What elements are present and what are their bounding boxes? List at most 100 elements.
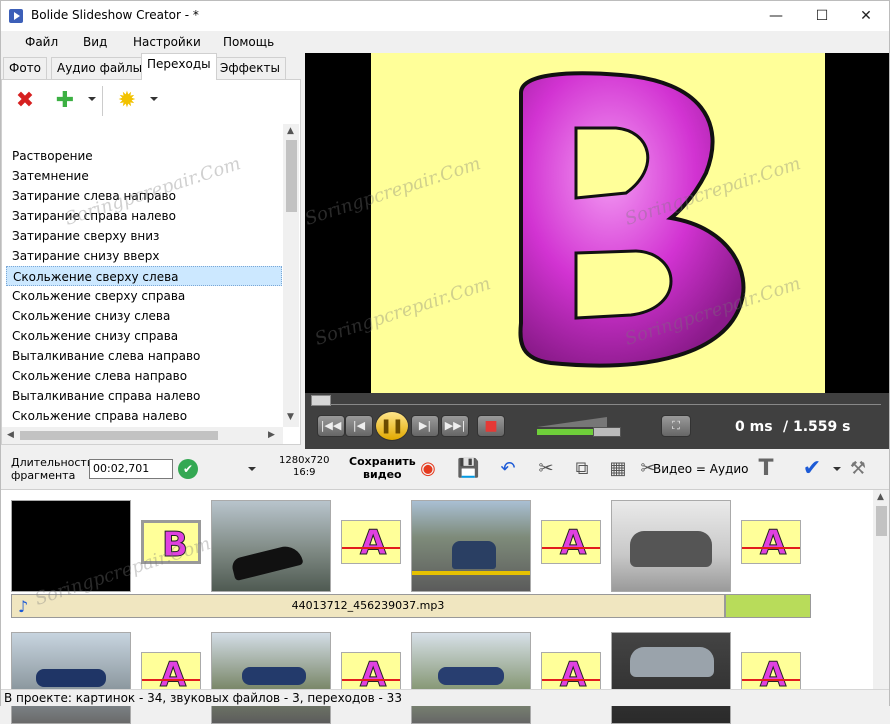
menu-file[interactable]: Файл <box>25 35 58 49</box>
go-end-icon[interactable]: ▶▶| <box>441 415 469 437</box>
transition-list-item[interactable]: Скольжение снизу справа <box>6 326 282 346</box>
list-horizontal-scrollbar[interactable]: ◀ ▶ <box>2 427 283 444</box>
tab-photo[interactable]: Фото <box>3 57 48 79</box>
preview-slide <box>371 53 825 393</box>
audio-track-end[interactable] <box>725 594 811 618</box>
undo-icon[interactable]: ↶ <box>497 458 519 480</box>
app-window: Bolide Slideshow Creator - * — ☐ ✕ Файл … <box>0 0 890 724</box>
scroll-thumb[interactable] <box>286 140 297 212</box>
seek-thumb[interactable] <box>311 395 331 406</box>
car-shape <box>630 531 712 567</box>
transition-list-item[interactable]: Затемнение <box>6 166 282 186</box>
volume-thumb[interactable] <box>593 427 621 437</box>
time-current: 0 ms <box>735 419 773 435</box>
photo-thumbnail[interactable] <box>611 632 731 724</box>
scroll-up-icon[interactable]: ▲ <box>287 126 294 136</box>
scroll-left-icon[interactable]: ◀ <box>7 430 14 440</box>
add-dropdown-icon[interactable] <box>88 97 96 101</box>
menu-help[interactable]: Помощь <box>223 35 274 49</box>
menu-bar: Файл Вид Настройки Помощь <box>1 31 889 53</box>
transition-list-item[interactable]: Затирание справа налево <box>6 206 282 226</box>
duration-label-line2: фрагмента <box>11 469 76 482</box>
check-icon[interactable]: ✔ <box>801 458 823 480</box>
timeline-scrollbar[interactable]: ▲ <box>873 490 889 690</box>
go-start-icon[interactable]: |◀◀ <box>317 415 345 437</box>
transition-list-item[interactable]: Скольжение слева направо <box>6 366 282 386</box>
delete-icon[interactable]: ✖ <box>12 88 38 114</box>
copy-icon[interactable]: ⧉ <box>571 458 593 480</box>
audio-track[interactable]: ♪ 44013712_456239037.mp3 <box>11 594 725 618</box>
photo-thumbnail[interactable] <box>411 500 531 592</box>
window-title: Bolide Slideshow Creator - * <box>31 8 199 22</box>
transition-list-item[interactable]: Затирание слева направо <box>6 186 282 206</box>
effect-dropdown-icon[interactable] <box>150 97 158 101</box>
save-video-icon[interactable]: ◉ <box>417 458 439 480</box>
save-project-icon[interactable]: 💾 <box>457 458 479 480</box>
photo-thumbnail[interactable] <box>611 500 731 592</box>
cut-icon[interactable]: ✂ <box>535 458 557 480</box>
transition-list-item[interactable]: Растворение <box>6 146 282 166</box>
volume-slider[interactable] <box>537 417 621 437</box>
video-equals-audio[interactable]: Видео = Аудио <box>653 462 748 476</box>
tools-icon[interactable]: ⚒ <box>847 458 869 480</box>
car-shape <box>242 667 306 685</box>
duration-dropdown-icon[interactable] <box>248 467 256 471</box>
resolution-display[interactable]: 1280x720 16:9 <box>279 455 329 479</box>
paste-icon[interactable]: ▦ <box>607 458 629 480</box>
transition-list-item[interactable]: Выталкивание слева направо <box>6 346 282 366</box>
tab-transitions[interactable]: Переходы <box>141 53 217 80</box>
preview-area <box>305 53 889 393</box>
save-video-line1: Сохранить <box>349 455 416 468</box>
transition-list-item[interactable]: Скольжение справа налево <box>6 406 282 426</box>
transition-red-line <box>542 679 600 681</box>
photo-thumbnail[interactable] <box>11 500 131 592</box>
transition-list-item[interactable]: Затирание снизу вверх <box>6 246 282 266</box>
transition-list-item[interactable]: Скольжение сверху справа <box>6 286 282 306</box>
pause-icon[interactable]: ❚❚ <box>375 411 409 441</box>
list-vertical-scrollbar[interactable]: ▲ ▼ <box>283 124 299 427</box>
transition-list-item[interactable]: Скольжение сверху слева <box>6 266 282 286</box>
audio-file-name: 44013712_456239037.mp3 <box>291 599 445 612</box>
maximize-icon[interactable]: ☐ <box>799 1 845 31</box>
aspect-value: 16:9 <box>293 467 316 478</box>
fullscreen-icon[interactable]: ⛶ <box>661 415 691 437</box>
timeline-scroll-thumb[interactable] <box>876 506 887 536</box>
transition-thumbnail[interactable]: A <box>741 520 801 564</box>
photo-thumbnail[interactable] <box>211 632 331 724</box>
menu-view[interactable]: Вид <box>83 35 107 49</box>
hscroll-thumb[interactable] <box>20 431 218 440</box>
transition-letter: A <box>359 523 387 564</box>
photo-thumbnail[interactable] <box>211 500 331 592</box>
check-dropdown-icon[interactable] <box>833 467 841 471</box>
car-shape <box>630 647 714 677</box>
transition-red-line <box>542 547 600 549</box>
transition-thumbnail[interactable]: B <box>141 520 201 564</box>
tab-effects[interactable]: Эффекты <box>214 57 286 79</box>
timeline-scroll-up-icon[interactable]: ▲ <box>877 492 884 502</box>
next-frame-icon[interactable]: ▶| <box>411 415 439 437</box>
transition-thumbnail[interactable]: A <box>341 520 401 564</box>
photo-thumbnail[interactable] <box>11 632 131 724</box>
duration-label: Длительность фрагмента <box>11 456 93 482</box>
scroll-down-icon[interactable]: ▼ <box>287 412 294 422</box>
scroll-right-icon[interactable]: ▶ <box>268 430 275 440</box>
apply-duration-icon[interactable]: ✔ <box>178 459 198 479</box>
minimize-icon[interactable]: — <box>753 1 799 31</box>
prev-frame-icon[interactable]: |◀ <box>345 415 373 437</box>
add-icon[interactable]: ✚ <box>52 88 78 114</box>
transition-thumbnail[interactable]: A <box>541 520 601 564</box>
transition-list-item[interactable]: Скольжение снизу слева <box>6 306 282 326</box>
stop-icon[interactable]: ■ <box>477 415 505 437</box>
close-icon[interactable]: ✕ <box>843 1 889 31</box>
photo-thumbnail[interactable] <box>411 632 531 724</box>
text-icon[interactable]: T <box>755 458 777 480</box>
duration-input[interactable]: 00:02,701 <box>89 459 173 479</box>
transition-list-item[interactable]: Выталкивание справа налево <box>6 386 282 406</box>
car-shape <box>36 669 106 687</box>
save-video-label[interactable]: Сохранить видео <box>349 455 416 481</box>
effect-star-icon[interactable]: ✹ <box>114 88 140 114</box>
tab-audio[interactable]: Аудио файлы <box>51 57 149 79</box>
seek-bar[interactable] <box>311 395 881 406</box>
menu-settings[interactable]: Настройки <box>133 35 201 49</box>
transition-list-item[interactable]: Затирание сверху вниз <box>6 226 282 246</box>
